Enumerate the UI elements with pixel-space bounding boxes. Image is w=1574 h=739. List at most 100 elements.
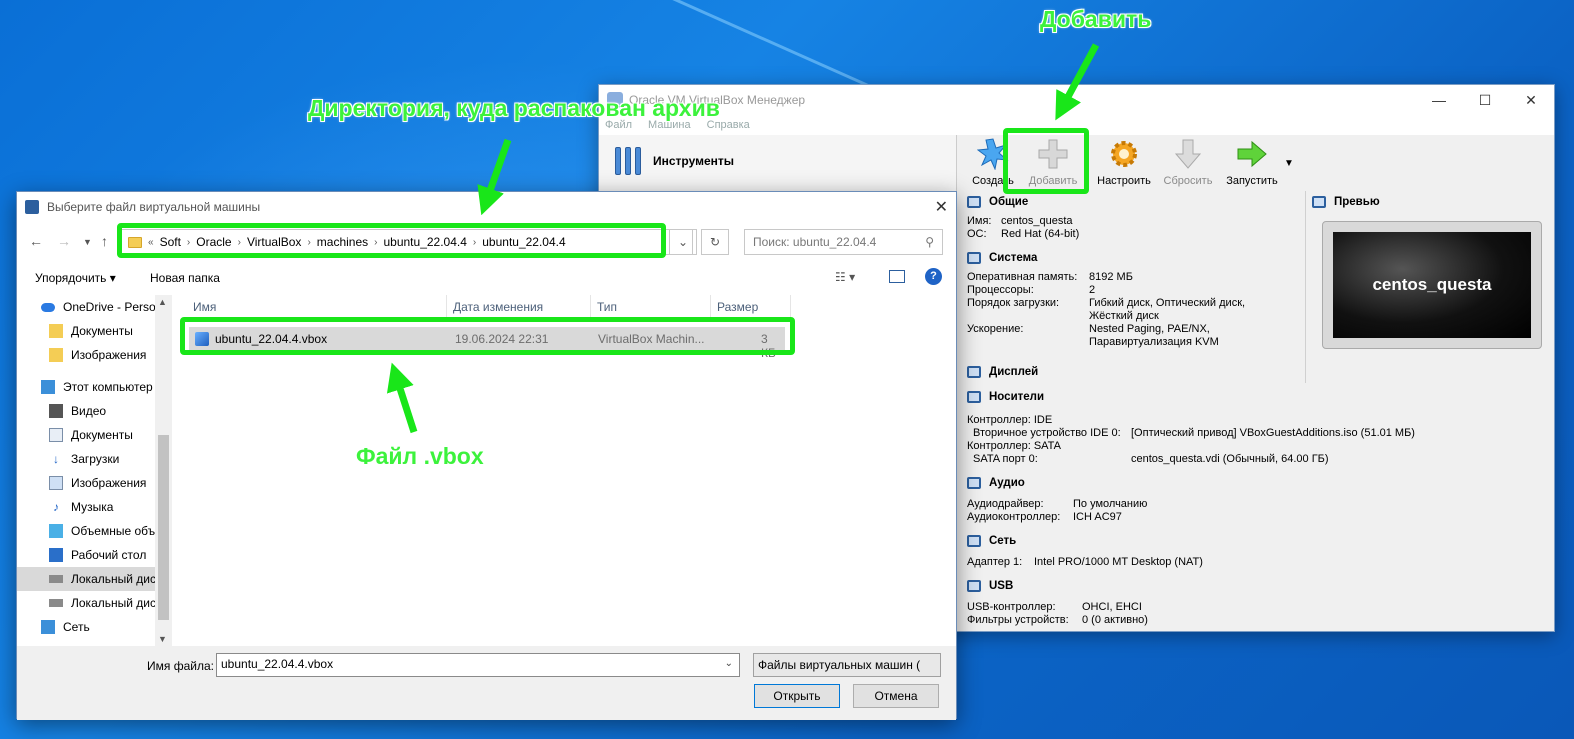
preview-screen: centos_questa (1333, 232, 1531, 338)
navigation-pane: OneDrive - Persor Документы Изображения … (17, 295, 172, 646)
nav-this-pc[interactable]: Этот компьютер (17, 375, 172, 399)
sata-port-value: centos_questa.vdi (Обычный, 64.00 ГБ) (1131, 453, 1329, 465)
cube-icon (49, 524, 63, 538)
vbm-titlebar: Oracle VM VirtualBox Менеджер — ☐ ✕ (599, 85, 1554, 115)
minimize-icon[interactable]: — (1416, 85, 1462, 115)
preview-pane-icon[interactable] (889, 270, 905, 283)
recent-chevron-down-icon[interactable]: ▼ (83, 237, 92, 247)
scroll-down-icon[interactable]: ▼ (158, 634, 167, 644)
back-arrow-icon[interactable]: ← (29, 233, 43, 249)
nav-local-disk-d[interactable]: Локальный дис (17, 591, 172, 615)
forward-arrow-icon[interactable]: → (57, 233, 71, 249)
maximize-icon[interactable]: ☐ (1462, 85, 1508, 115)
preview-frame: centos_questa (1322, 221, 1542, 349)
document-icon (49, 428, 63, 442)
general-title: Общие (989, 196, 1029, 208)
display-title: Дисплей (989, 366, 1039, 378)
nav-3d-objects[interactable]: Объемные объ (17, 519, 172, 543)
ram-value: 8192 МБ (1089, 271, 1133, 283)
close-icon[interactable]: ✕ (1508, 85, 1554, 115)
nav-documents[interactable]: Документы (17, 423, 172, 447)
open-button[interactable]: Открыть (754, 684, 840, 708)
general-body: Имя: centos_questa ОС: Red Hat (64-bit) (961, 213, 1306, 247)
system-title: Система (989, 252, 1038, 264)
start-arrow-icon (1235, 137, 1269, 171)
storage-title: Носители (989, 391, 1045, 403)
nav-video[interactable]: Видео (17, 399, 172, 423)
column-size[interactable]: Размер (711, 295, 791, 319)
cloud-icon (41, 302, 55, 312)
address-bar-highlight (117, 223, 666, 258)
discard-button[interactable]: Сбросить (1156, 137, 1220, 187)
details-pane: Общие Имя: centos_questa ОС: Red Hat (64-b… (961, 191, 1306, 355)
desktop-icon (49, 548, 63, 562)
dialog-close-icon[interactable]: ✕ (935, 197, 948, 217)
chevron-down-icon[interactable]: ⌄ (725, 658, 733, 669)
view-options-icon[interactable]: ☷ ▾ (835, 270, 855, 284)
lower-details: Дисплей Носители Контроллер: IDE Вторичн… (961, 361, 1555, 633)
scroll-up-icon[interactable]: ▲ (158, 297, 167, 307)
nav-local-disk-c[interactable]: Локальный дис (17, 567, 172, 591)
audio-speaker-icon (967, 477, 981, 489)
usb-header[interactable]: USB (961, 575, 1555, 597)
preview-header[interactable]: Превью (1306, 191, 1555, 213)
cancel-button[interactable]: Отмена (853, 684, 939, 708)
network-icon (967, 535, 981, 547)
ide-device-value: [Оптический привод] VBoxGuestAdditions.i… (1131, 427, 1415, 439)
download-arrow-icon: ↓ (53, 452, 59, 466)
tools-item[interactable]: Инструменты (599, 135, 956, 187)
boot-value: Гибкий диск, Оптический диск, (1089, 297, 1246, 309)
ram-label: Оперативная память: (967, 271, 1078, 283)
organize-button[interactable]: Упорядочить ▾ (35, 271, 116, 285)
tools-icon (613, 145, 645, 177)
usb-title: USB (989, 580, 1014, 592)
display-header[interactable]: Дисплей (961, 361, 1555, 383)
nav-onedrive-documents[interactable]: Документы (17, 319, 172, 343)
column-name[interactable]: Имя (187, 295, 447, 319)
adapter-value: Intel PRO/1000 MT Desktop (NAT) (1034, 556, 1203, 568)
network-body: Адаптер 1: Intel PRO/1000 MT Desktop (NAT… (961, 552, 1555, 575)
audio-header[interactable]: Аудио (961, 472, 1555, 494)
scrollbar-thumb[interactable] (158, 435, 169, 620)
audio-driver-value: По умолчанию (1073, 498, 1148, 510)
settings-button[interactable]: Настроить (1092, 137, 1156, 187)
annotation-add: Добавить (1040, 6, 1152, 32)
settings-label: Настроить (1097, 175, 1151, 187)
usb-filters-value: 0 (0 активно) (1082, 614, 1148, 626)
filename-input[interactable]: ubuntu_22.04.4.vbox ⌄ (216, 653, 740, 677)
general-monitor-icon (967, 196, 981, 208)
accel-value-cont: Паравиртуализация KVM (1089, 336, 1219, 348)
up-arrow-icon[interactable]: ↑ (101, 233, 108, 249)
nav-downloads[interactable]: ↓ Загрузки (17, 447, 172, 471)
refresh-icon[interactable]: ↻ (701, 229, 729, 255)
column-type[interactable]: Тип (591, 295, 711, 319)
address-dropdown-icon[interactable]: ⌄ (669, 229, 697, 255)
help-icon[interactable]: ? (925, 268, 942, 285)
cpu-label: Процессоры: (967, 284, 1034, 296)
nav-scrollbar[interactable]: ▲ ▼ (155, 295, 172, 646)
nav-network[interactable]: Сеть (17, 615, 172, 639)
start-button[interactable]: Запустить (1220, 137, 1284, 187)
search-input[interactable]: Поиск: ubuntu_22.04.4 ⚲ (744, 229, 943, 255)
file-row-highlight (180, 317, 795, 355)
virtualbox-logo-icon (25, 200, 39, 214)
storage-body: Контроллер: IDE Вторичное устройство IDE… (961, 408, 1555, 472)
nav-desktop[interactable]: Рабочий стол (17, 543, 172, 567)
general-header[interactable]: Общие (961, 191, 1306, 213)
ctrl-ide: Контроллер: IDE (967, 414, 1053, 426)
nav-onedrive[interactable]: OneDrive - Persor (17, 295, 172, 319)
name-label: Имя: (967, 215, 992, 227)
filetype-select[interactable]: Файлы виртуальных машин ( (753, 653, 941, 677)
usb-ctrl-value: OHCI, EHCI (1082, 601, 1142, 613)
dialog-title: Выберите файл виртуальной машины (47, 200, 261, 214)
column-date[interactable]: Дата изменения (447, 295, 591, 319)
network-header[interactable]: Сеть (961, 530, 1555, 552)
start-dropdown-icon[interactable]: ▼ (1284, 158, 1298, 169)
nav-onedrive-images[interactable]: Изображения (17, 343, 172, 367)
system-header[interactable]: Система (961, 247, 1306, 269)
nav-music[interactable]: ♪ Музыка (17, 495, 172, 519)
nav-images[interactable]: Изображения (17, 471, 172, 495)
new-folder-button[interactable]: Новая папка (150, 271, 220, 285)
storage-header[interactable]: Носители (961, 386, 1555, 408)
preview-monitor-icon (1312, 196, 1326, 208)
